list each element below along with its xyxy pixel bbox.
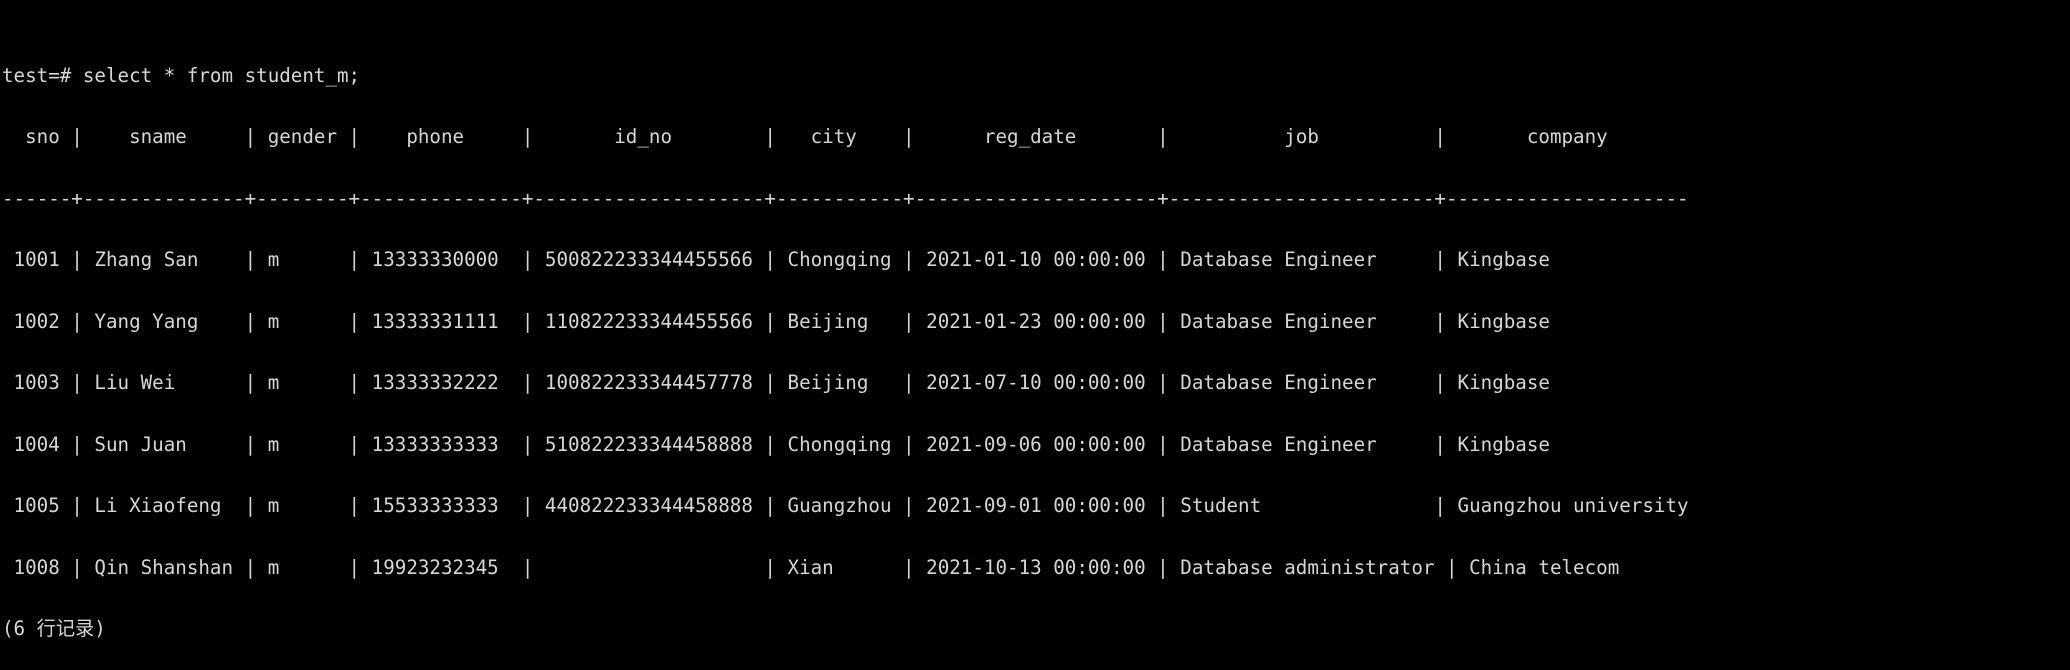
table-row: 1005 | Li Xiaofeng | m | 15533333333 | 4… [2, 494, 1689, 517]
table-row: 1004 | Sun Juan | m | 13333333333 | 5108… [2, 432, 1550, 456]
table-row: 1002 | Yang Yang | m | 13333331111 | 110… [2, 309, 1550, 333]
table-row: 1003 | Liu Wei | m | 13333332222 | 10082… [2, 371, 1550, 394]
result-header-row: sno | sname | gender | phone | id_no | c… [2, 125, 1689, 148]
row-count-status: (6 行记录) [2, 617, 106, 640]
command-line-select: test=# select * from student_m; [2, 63, 361, 87]
table-row: 1008 | Qin Shanshan | m | 19923232345 | … [2, 555, 1620, 579]
table-row: 1001 | Zhang San | m | 13333330000 | 500… [2, 248, 1550, 271]
terminal-screen[interactable]: test=# select * from student_m; sno | sn… [0, 0, 2070, 670]
result-header-separator: ------+--------------+--------+---------… [2, 186, 1689, 210]
